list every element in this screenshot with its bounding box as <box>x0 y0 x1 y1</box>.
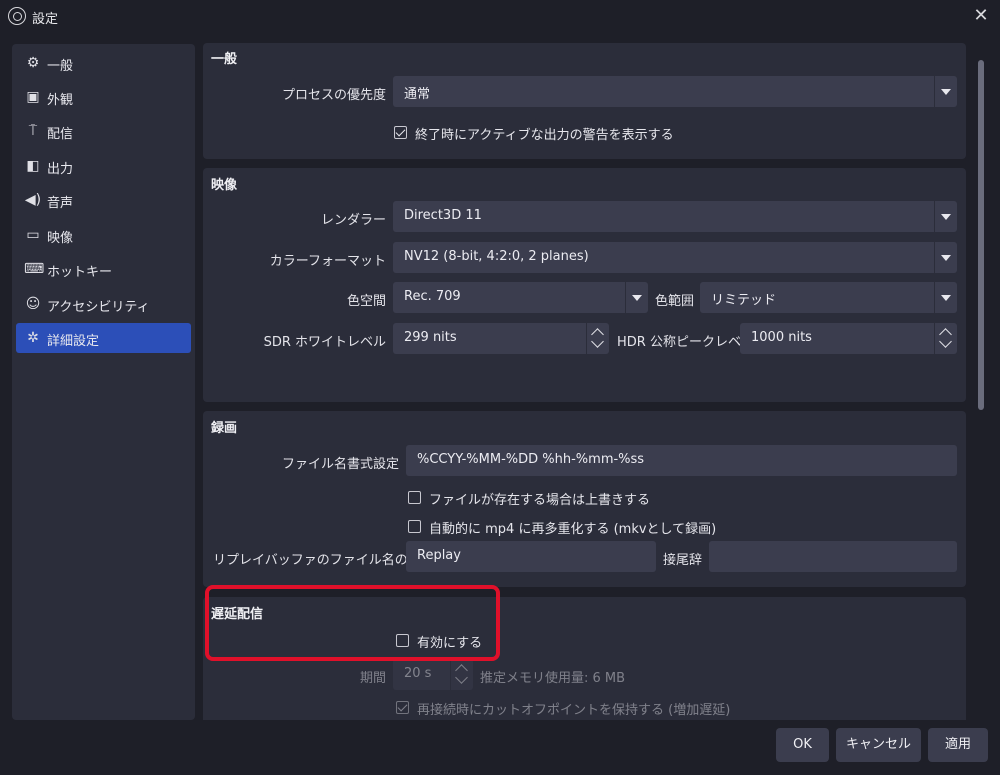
group-title: 録画 <box>211 421 238 436</box>
sidebar-item-general[interactable]: ⚙ 一般 <box>16 48 191 78</box>
sdr-white-level-label: SDR ホワイトレベル <box>263 335 386 350</box>
sidebar-item-video[interactable]: ▭ 映像 <box>16 220 191 250</box>
replay-prefix-input[interactable]: Replay <box>406 541 656 572</box>
checkbox-icon <box>396 701 409 714</box>
monitor-icon: ▭ <box>26 227 40 243</box>
color-format-value: NV12 (8-bit, 4:2:0, 2 planes) <box>404 249 589 264</box>
broadcast-icon: ⍑ <box>28 123 38 139</box>
close-icon: ✕ <box>973 5 989 26</box>
color-range-value: リミテッド <box>711 293 777 308</box>
sidebar-item-label: アクセシビリティ <box>47 300 150 315</box>
highlight-box <box>205 585 500 661</box>
checkbox-icon <box>408 520 421 533</box>
renderer-label: レンダラー <box>320 213 386 228</box>
sidebar-item-appearance[interactable]: ▣ 外観 <box>16 82 191 112</box>
tools-icon: ✲ <box>27 330 39 346</box>
replay-prefix-value: Replay <box>417 548 461 563</box>
close-button[interactable]: ✕ <box>968 4 994 28</box>
speaker-icon: ◀) <box>24 192 42 208</box>
sidebar-item-label: 一般 <box>47 59 74 74</box>
sidebar-item-label: 詳細設定 <box>47 334 100 349</box>
sidebar-item-label: 映像 <box>47 231 74 246</box>
general-group: 一般 プロセスの優先度 通常 終了時にアクティブな出力の警告を表示する <box>203 43 966 159</box>
sidebar-item-label: 配信 <box>47 127 74 142</box>
renderer-select[interactable]: Direct3D 11 <box>393 201 957 232</box>
sidebar-item-label: 音声 <box>47 196 74 211</box>
renderer-value: Direct3D 11 <box>404 208 482 223</box>
checkbox-icon <box>408 491 421 504</box>
apply-button[interactable]: 適用 <box>928 728 988 762</box>
stepper-buttons[interactable] <box>586 323 609 354</box>
stepper-buttons[interactable] <box>450 659 473 690</box>
ok-button[interactable]: OK <box>776 728 829 762</box>
recording-group: 録画 ファイル名書式設定 %CCYY-%MM-%DD %hh-%mm-%ss フ… <box>203 411 966 587</box>
sidebar-item-audio[interactable]: ◀) 音声 <box>16 185 191 215</box>
duration-stepper[interactable]: 20 s <box>393 659 473 690</box>
sidebar-item-accessibility[interactable]: ☺ アクセシビリティ <box>16 289 191 319</box>
hdr-peak-level-stepper[interactable]: 1000 nits <box>740 323 957 354</box>
sidebar-item-label: 出力 <box>47 162 74 177</box>
sidebar-item-stream[interactable]: ⍑ 配信 <box>16 116 191 146</box>
sidebar-item-label: ホットキー <box>47 265 113 280</box>
color-space-label: 色空間 <box>346 294 386 309</box>
video-group: 映像 レンダラー Direct3D 11 カラーフォーマット NV12 (8-b… <box>203 168 966 402</box>
output-icon: ◧ <box>26 158 40 174</box>
sdr-white-level-value: 299 nits <box>404 330 457 345</box>
checkbox-label: 自動的に mp4 に再多重化する (mkvとして録画) <box>429 522 717 537</box>
appearance-icon: ▣ <box>26 89 40 105</box>
sidebar-item-hotkeys[interactable]: ⌨ ホットキー <box>16 254 191 284</box>
stepper-buttons[interactable] <box>934 323 957 354</box>
priority-label: プロセスの優先度 <box>281 88 386 103</box>
filename-format-label: ファイル名書式設定 <box>281 457 399 472</box>
memory-estimate-label: 推定メモリ使用量: 6 MB <box>480 671 626 686</box>
checkbox-label: 再接続時にカットオフポイントを保持する (増加遅延) <box>417 703 731 718</box>
duration-value: 20 s <box>404 666 432 681</box>
chevron-down-icon <box>934 201 957 232</box>
color-range-select[interactable]: リミテッド <box>700 282 957 313</box>
color-space-value: Rec. 709 <box>404 289 461 304</box>
scrollbar-thumb[interactable] <box>978 60 984 410</box>
suffix-input[interactable] <box>709 541 957 572</box>
checkbox-label: 終了時にアクティブな出力の警告を表示する <box>415 128 674 143</box>
priority-value: 通常 <box>404 87 431 102</box>
chevron-down-icon <box>934 242 957 273</box>
color-format-label: カラーフォーマット <box>269 254 386 269</box>
keyboard-icon: ⌨ <box>24 261 45 277</box>
group-title: 一般 <box>211 52 238 67</box>
color-space-select[interactable]: Rec. 709 <box>393 282 648 313</box>
color-format-select[interactable]: NV12 (8-bit, 4:2:0, 2 planes) <box>393 242 957 273</box>
duration-label: 期間 <box>360 671 387 686</box>
filename-format-input[interactable]: %CCYY-%MM-%DD %hh-%mm-%ss <box>406 445 957 476</box>
group-title: 映像 <box>211 178 238 193</box>
suffix-label: 接尾辞 <box>663 553 703 568</box>
sidebar-item-advanced[interactable]: ✲ 詳細設定 <box>16 323 191 353</box>
gear-icon: ⚙ <box>26 55 40 71</box>
accessibility-icon: ☺ <box>25 296 41 312</box>
obs-logo-icon <box>8 7 26 25</box>
sidebar-item-label: 外観 <box>47 93 74 108</box>
title-bar <box>0 0 1000 32</box>
hdr-peak-level-label: HDR 公称ピークレベル <box>617 335 754 350</box>
checkbox-icon <box>394 126 407 139</box>
filename-format-value: %CCYY-%MM-%DD %hh-%mm-%ss <box>417 452 645 467</box>
sidebar: ⚙ 一般 ▣ 外観 ⍑ 配信 ◧ 出力 ◀) 音声 ▭ 映像 ⌨ ホットキー ☺… <box>12 44 195 720</box>
sdr-white-level-stepper[interactable]: 299 nits <box>393 323 609 354</box>
checkbox-label: ファイルが存在する場合は上書きする <box>429 493 651 508</box>
priority-select[interactable]: 通常 <box>393 76 957 107</box>
hdr-peak-level-value: 1000 nits <box>751 330 812 345</box>
chevron-down-icon <box>934 76 957 107</box>
chevron-down-icon <box>934 282 957 313</box>
cancel-button[interactable]: キャンセル <box>836 728 921 762</box>
color-range-label: 色範囲 <box>655 294 695 309</box>
sidebar-item-output[interactable]: ◧ 出力 <box>16 151 191 181</box>
window-title: 設定 <box>32 12 59 27</box>
chevron-down-icon <box>625 282 648 313</box>
